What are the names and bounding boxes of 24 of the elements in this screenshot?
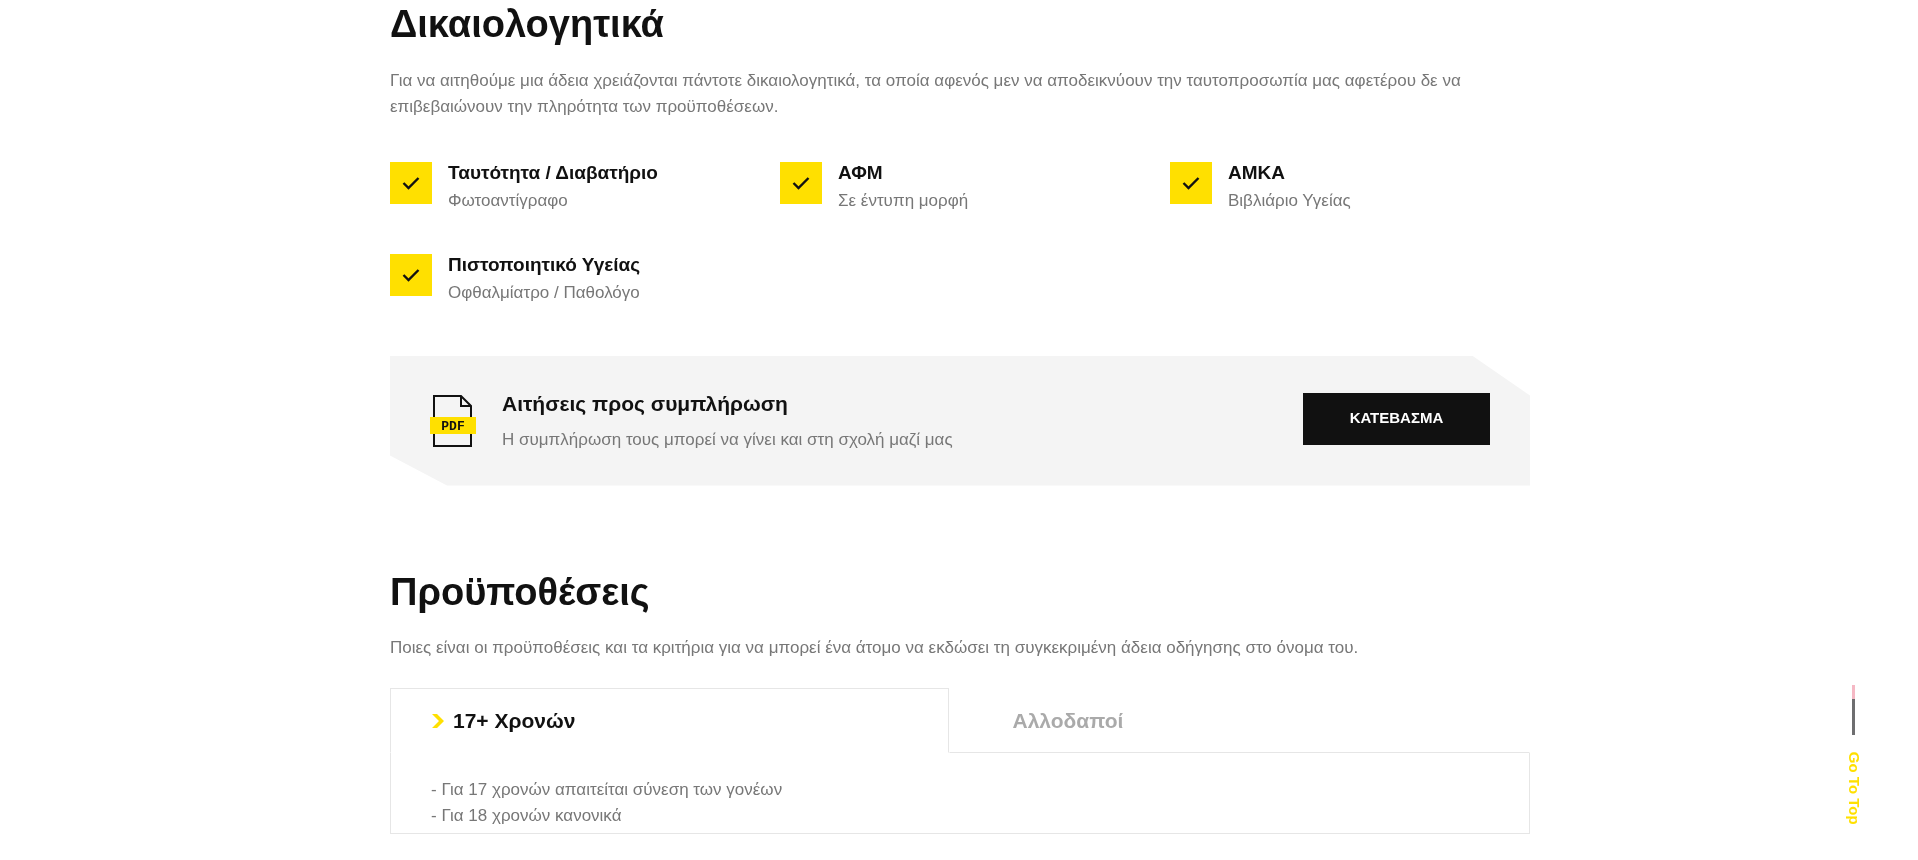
- intro-text: Ποιες είναι οι προϋποθέσεις και τα κριτήρια για να μπορεί ένα άτομο να εκδώσει τη συγκεκριμένη άδεια οδήγησης στο όνομα του.: [390, 637, 1360, 660]
- requirement-line: - Για 18 χρονών κανονικά: [431, 805, 623, 828]
- document-note: Σε έντυπη μορφή: [838, 189, 969, 212]
- document-title: ΑΜΚΑ: [1228, 160, 1286, 185]
- download-note: Η συμπλήρωση τους μπορεί να γίνει και στη σχολή μαζί μας: [502, 429, 954, 452]
- check-icon: [1170, 161, 1212, 204]
- intro-text: Για να αιτηθούμε μια άδεια χρειάζονται πάντοτε δικαιολογητικά, τα οποία αφενός μεν να αποδεικνύουν την ταυτοπροσωπία μας αφετέρου δε να επιβεβαιώνουν την πληρότητα των προϋποθέσεων.: [390, 69, 1462, 118]
- check-icon: [780, 161, 822, 204]
- document-note: Οφθαλμίατρο / Παθολόγο: [448, 281, 641, 304]
- section-heading: Προϋποθέσεις: [390, 569, 651, 615]
- scroll-progress-line: [1852, 685, 1856, 735]
- tab[interactable]: 17+ Χρονών: [390, 688, 949, 754]
- document-title: Ταυτότητα / Διαβατήριο: [448, 160, 658, 185]
- document-note: Βιβλιάριο Υγείας: [1228, 189, 1351, 212]
- download-title: Αιτήσεις προς συμπλήρωση: [502, 390, 789, 417]
- document-title: ΑΦΜ: [838, 160, 884, 185]
- document-note: Φωτοαντίγραφο: [448, 189, 569, 212]
- document-title: Πιστοποιητικό Υγείας: [448, 252, 641, 277]
- download-button[interactable]: ΚΑΤΕΒΑΣΜΑ: [1303, 392, 1490, 445]
- requirement-line: - Για 17 χρονών απαιτείται σύνεση των γονέων: [431, 779, 784, 802]
- chevron-icon: [431, 712, 445, 729]
- section-heading: Δικαιολογητικά: [390, 2, 665, 47]
- check-icon: [390, 161, 432, 204]
- check-icon: [390, 253, 432, 296]
